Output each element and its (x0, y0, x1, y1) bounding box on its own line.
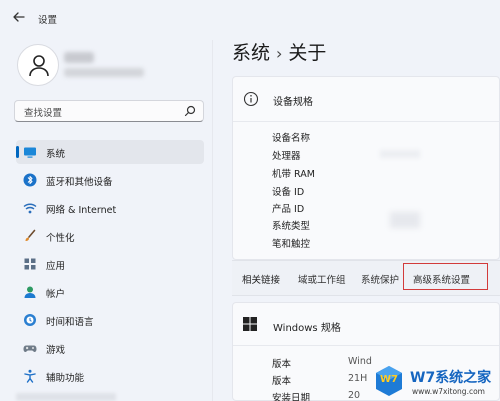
apps-icon (23, 257, 37, 271)
spec-label-system-type: 系统类型 (272, 221, 311, 232)
account-email-redacted (64, 68, 144, 77)
sidebar-item-label: 游戏 (46, 345, 66, 356)
partially-hidden-nav-item (16, 393, 116, 401)
spec-label-ram: 机带 RAM (272, 169, 315, 180)
sidebar-item-personalization[interactable]: 个性化 (16, 224, 204, 248)
winspec-label-version: 版本 (272, 376, 292, 387)
sidebar-item-label: 个性化 (46, 233, 75, 244)
sidebar-item-apps[interactable]: 应用 (16, 252, 204, 276)
spec-label-device-id: 设备 ID (272, 187, 305, 198)
windows-logo-icon (243, 317, 257, 331)
sidebar-item-bluetooth[interactable]: 蓝牙和其他设备 (16, 168, 204, 192)
globe-clock-icon (23, 313, 37, 327)
breadcrumb: 系统 › 关于 (232, 38, 326, 65)
spec-value-redacted (380, 150, 420, 158)
sidebar-item-label: 系统 (46, 149, 66, 160)
info-icon (243, 91, 259, 107)
sidebar-item-system[interactable]: 系统 (16, 140, 204, 164)
device-specs-title: 设备规格 (273, 97, 313, 108)
brush-icon (23, 229, 37, 243)
winspec-value-install-date: 20 (348, 390, 361, 401)
sidebar-item-gaming[interactable]: 游戏 (16, 336, 204, 360)
watermark-url: www.w7xitong.com (412, 387, 485, 396)
avatar[interactable] (17, 44, 59, 86)
sidebar-item-label: 帐户 (46, 289, 66, 300)
spec-label-product-id: 产品 ID (272, 204, 305, 215)
sidebar-item-label: 时间和语言 (46, 317, 94, 328)
sidebar-item-accessibility[interactable]: 辅助功能 (16, 364, 204, 388)
link-system-protection[interactable]: 系统保护 (361, 272, 399, 286)
spec-value-redacted (390, 212, 420, 228)
sidebar-item-network[interactable]: 网络 & Internet (16, 196, 204, 220)
highlight-box (403, 263, 488, 290)
sidebar-item-time-language[interactable]: 时间和语言 (16, 308, 204, 332)
spec-label-pen-touch: 笔和触控 (272, 239, 311, 250)
wifi-icon (23, 201, 37, 215)
sidebar-item-label: 蓝牙和其他设备 (46, 177, 113, 188)
card-divider (233, 345, 499, 346)
related-links-label: 相关链接 (242, 275, 281, 286)
winspec-value-version: 21H (348, 373, 368, 384)
person-icon (29, 55, 49, 77)
page-title: 关于 (288, 42, 327, 64)
card-divider (233, 121, 499, 122)
winspec-label-install-date: 安装日期 (272, 393, 311, 401)
gamepad-icon (23, 341, 37, 355)
account-icon (23, 285, 37, 299)
watermark: W7 W7系统之家 www.w7xitong.com (372, 362, 500, 401)
back-button[interactable] (12, 10, 30, 26)
winspec-label-edition: 版本 (272, 359, 292, 370)
sidebar-item-label: 网络 & Internet (46, 205, 117, 216)
account-name-redacted (64, 52, 94, 63)
active-indicator (16, 146, 19, 158)
sidebar-divider (212, 40, 213, 401)
search-box[interactable]: 查找设置 (14, 100, 204, 122)
windows-specs-title: Windows 规格 (273, 323, 341, 334)
breadcrumb-parent[interactable]: 系统 (232, 42, 270, 64)
back-arrow-icon (13, 12, 25, 22)
breadcrumb-separator: › (276, 44, 283, 63)
spec-label-device-name: 设备名称 (272, 133, 311, 144)
sidebar-item-label: 辅助功能 (46, 373, 85, 384)
window-title: 设置 (38, 15, 58, 26)
sidebar-item-accounts[interactable]: 帐户 (16, 280, 204, 304)
search-icon[interactable] (183, 104, 197, 118)
monitor-icon (23, 145, 37, 159)
bluetooth-icon (23, 173, 37, 187)
search-input[interactable]: 查找设置 (24, 105, 62, 119)
spec-label-processor: 处理器 (272, 151, 301, 162)
watermark-badge: W7 (380, 374, 398, 385)
accessibility-icon (23, 369, 37, 383)
watermark-text: W7系统之家 (410, 370, 492, 386)
sidebar-item-label: 应用 (46, 261, 66, 272)
winspec-value-edition: Wind (348, 356, 372, 367)
link-domain-workgroup[interactable]: 域或工作组 (298, 272, 346, 286)
